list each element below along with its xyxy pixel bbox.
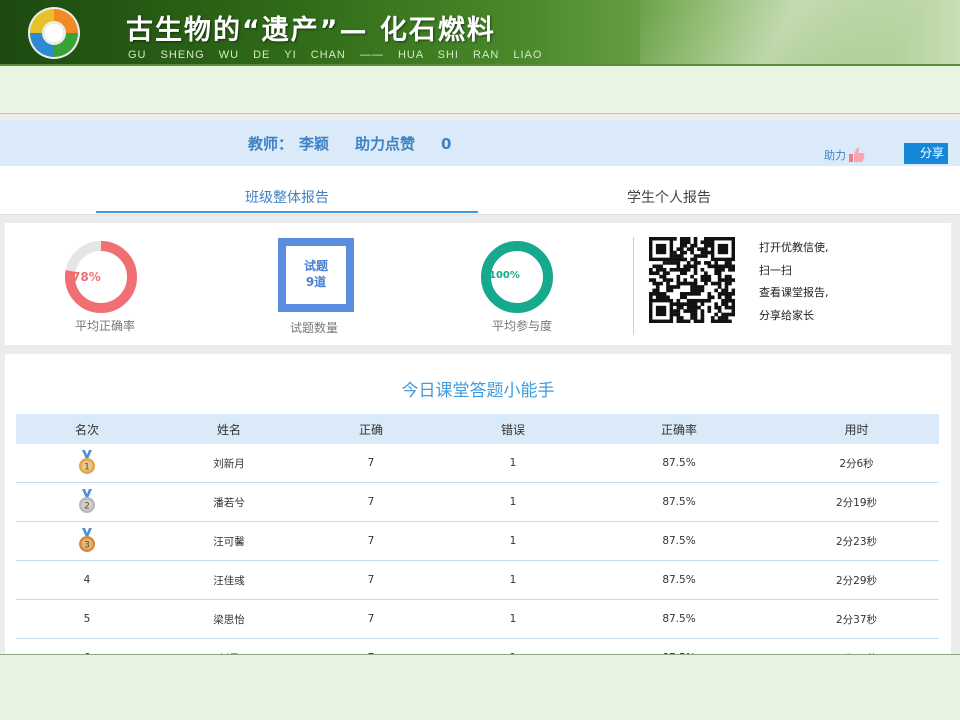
correct-cell: 7 [300, 599, 442, 639]
qr-line: 扫一扫 [759, 263, 792, 277]
time-cell: 2分6秒 [774, 444, 939, 483]
name-cell: 刘新月 [158, 444, 300, 483]
time-cell: 2分19秒 [774, 482, 939, 522]
teacher-info: 教师： 李颖 助力点赞 0 [248, 133, 457, 154]
slide-pinyin: GU SHENG WU DE YI CHAN —— HUA SHI RAN LI… [128, 49, 543, 61]
wrong-cell: 1 [442, 560, 584, 600]
col-rank: 名次 [16, 414, 158, 444]
table-row: 2 潘若兮 7 1 87.5% 2分19秒 [16, 482, 939, 522]
recycle-logo-icon [28, 7, 80, 59]
col-rate: 正确率 [584, 414, 774, 444]
slide-band [0, 66, 960, 114]
slide-header: 古生物的“遗产”— 化石燃料 GU SHENG WU DE YI CHAN ——… [0, 0, 960, 64]
silver-medal-icon: 2 [79, 489, 95, 513]
question-count-label: 试题数量 [290, 321, 339, 335]
table-row: 6刘昊7187.5%2分57秒 [16, 638, 939, 654]
col-correct: 正确 [300, 414, 442, 444]
gold-medal-icon: 1 [79, 450, 95, 474]
teacher-label: 教师： [248, 135, 294, 153]
name-cell: 梁思怡 [158, 599, 300, 639]
table-header-row: 名次 姓名 正确 错误 正确率 用时 [16, 414, 939, 444]
wrong-cell: 1 [442, 482, 584, 522]
rank-cell: 6 [16, 638, 158, 654]
slide-title: 古生物的“遗产”— 化石燃料 [126, 15, 496, 46]
rank-cell: 1 [16, 444, 158, 483]
correct-cell: 7 [300, 521, 442, 561]
report-panel: 教师： 李颖 助力点赞 0 助力 分享 班级整体报告 学生个人报告 78% 平均正确率… [0, 114, 960, 655]
rate-cell: 87.5% [584, 444, 774, 483]
accuracy-label: 平均正确率 [75, 319, 136, 333]
accuracy-value: 78% [72, 270, 101, 284]
name-cell: 汪佳彧 [158, 560, 300, 600]
medal-number: 1 [84, 463, 90, 473]
col-time: 用时 [774, 414, 939, 444]
likes-label: 助力点赞 [355, 135, 416, 153]
assist-button[interactable]: 助力 [824, 146, 866, 164]
rate-cell: 87.5% [584, 560, 774, 600]
question-count-title: 试题 [303, 259, 328, 273]
share-button[interactable]: 分享 [904, 143, 948, 164]
medal-number: 3 [84, 541, 90, 551]
participation-value: 100% [489, 270, 520, 281]
table-row: 1 刘新月 7 1 87.5% 2分6秒 [16, 444, 939, 483]
correct-cell: 7 [300, 444, 442, 483]
ranking-table: 名次 姓名 正确 错误 正确率 用时 1 刘新月 7 1 87.5% 2分6秒 2 潘若兮 7 1… [16, 414, 939, 654]
ranking-title: 今日课堂答题小能手 [401, 381, 555, 401]
name-cell: 刘昊 [158, 638, 300, 654]
rank-cell: 4 [16, 560, 158, 600]
medal-number: 2 [84, 502, 90, 512]
name-cell: 汪可馨 [158, 521, 300, 561]
question-count-box: 试题 9道 [278, 238, 354, 312]
rank-cell: 5 [16, 599, 158, 639]
rank-cell: 2 [16, 482, 158, 522]
rank-cell: 3 [16, 521, 158, 561]
table-row: 4 汪佳彧 7 1 87.5% 2分29秒 [16, 560, 939, 600]
correct-cell: 7 [300, 482, 442, 522]
bronze-medal-icon: 3 [79, 528, 95, 552]
assist-label: 助力 [824, 149, 846, 162]
col-name: 姓名 [158, 414, 300, 444]
tab-student-report[interactable]: 学生个人报告 [478, 166, 860, 214]
stats-divider [633, 237, 634, 335]
wrong-cell: 1 [442, 521, 584, 561]
time-cell: 2分57秒 [774, 638, 939, 654]
qr-instructions: 打开优教信使, 扫一扫 查看课堂报告, 分享给家长 [759, 237, 829, 327]
likes-count: 0 [441, 135, 452, 153]
header-sheen [640, 0, 960, 64]
correct-cell: 7 [300, 638, 442, 654]
name-cell: 潘若兮 [158, 482, 300, 522]
qr-code-icon[interactable] [649, 237, 735, 323]
col-wrong: 错误 [442, 414, 584, 444]
table-row: 3 汪可馨 7 1 87.5% 2分23秒 [16, 521, 939, 561]
time-cell: 2分23秒 [774, 521, 939, 561]
question-count-value: 9道 [305, 275, 327, 289]
teacher-bar: 教师： 李颖 助力点赞 0 助力 分享 [0, 120, 960, 166]
rate-cell: 87.5% [584, 521, 774, 561]
correct-cell: 7 [300, 560, 442, 600]
table-row: 5 梁思怡 7 1 87.5% 2分37秒 [16, 599, 939, 639]
stats-card: 78% 平均正确率 试题 9道 试题数量 100% 平均参与度 打开优教信使, … [5, 223, 951, 345]
rate-cell: 87.5% [584, 638, 774, 654]
ranking-card: 今日课堂答题小能手 名次 姓名 正确 错误 正确率 用时 1 刘新月 7 1 87.5%… [5, 354, 951, 654]
time-cell: 2分37秒 [774, 599, 939, 639]
teacher-name: 李颖 [299, 135, 330, 153]
wrong-cell: 1 [442, 638, 584, 654]
qr-line: 分享给家长 [759, 308, 814, 322]
wrong-cell: 1 [442, 599, 584, 639]
rate-cell: 87.5% [584, 482, 774, 522]
wrong-cell: 1 [442, 444, 584, 483]
question-count-inner: 试题 9道 [285, 245, 347, 305]
qr-line: 查看课堂报告, [759, 286, 829, 299]
participation-label: 平均参与度 [492, 319, 553, 333]
rate-cell: 87.5% [584, 599, 774, 639]
report-tabs: 班级整体报告 学生个人报告 [0, 166, 960, 215]
qr-line: 打开优教信使, [759, 241, 829, 254]
tab-class-report[interactable]: 班级整体报告 [96, 166, 478, 214]
time-cell: 2分29秒 [774, 560, 939, 600]
thumbs-up-icon [849, 147, 865, 162]
